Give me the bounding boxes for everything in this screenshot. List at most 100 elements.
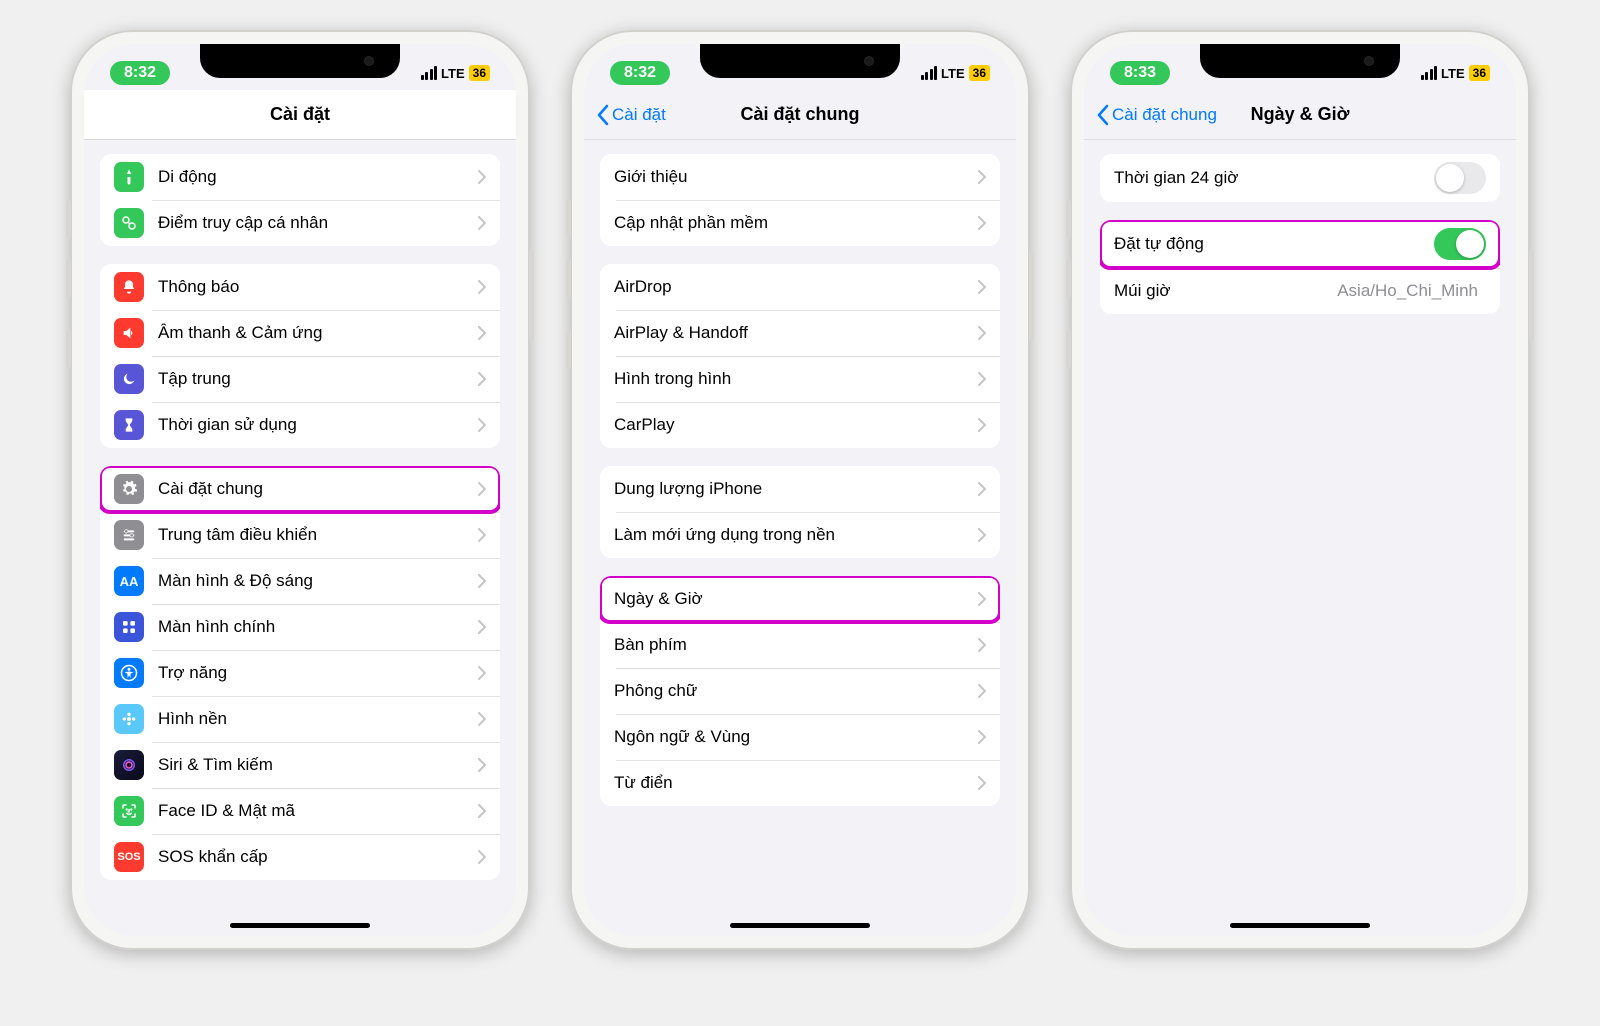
network-label: LTE bbox=[941, 66, 965, 81]
phone-frame-1: 8:32 LTE 36 Cài đặt Di động Điểm truy cậ… bbox=[70, 30, 530, 950]
row-background-refresh[interactable]: Làm mới ứng dụng trong nền bbox=[600, 512, 1000, 558]
status-right: LTE 36 bbox=[421, 65, 490, 81]
nav-back-button[interactable]: Cài đặt chung bbox=[1096, 104, 1217, 126]
row-label: Thời gian 24 giờ bbox=[1114, 168, 1434, 188]
row-pip[interactable]: Hình trong hình bbox=[600, 356, 1000, 402]
notch bbox=[200, 44, 400, 78]
row-set-automatically[interactable]: Đặt tự động bbox=[1100, 220, 1500, 268]
settings-group: Dung lượng iPhone Làm mới ứng dụng trong… bbox=[600, 466, 1000, 558]
row-wallpaper[interactable]: Hình nền bbox=[100, 696, 500, 742]
toggle-24h[interactable] bbox=[1434, 162, 1486, 194]
row-storage[interactable]: Dung lượng iPhone bbox=[600, 466, 1000, 512]
row-focus[interactable]: Tập trung bbox=[100, 356, 500, 402]
screentime-icon bbox=[114, 410, 144, 440]
home-indicator[interactable] bbox=[1230, 923, 1370, 928]
chevron-right-icon bbox=[478, 326, 486, 340]
nav-title: Cài đặt chung bbox=[740, 104, 859, 125]
row-home-screen[interactable]: Màn hình chính bbox=[100, 604, 500, 650]
row-label: Làm mới ứng dụng trong nền bbox=[614, 525, 978, 545]
chevron-right-icon bbox=[478, 170, 486, 184]
row-label: Điểm truy cập cá nhân bbox=[158, 213, 478, 233]
chevron-left-icon bbox=[596, 104, 610, 126]
chevron-right-icon bbox=[978, 684, 986, 698]
front-camera bbox=[864, 56, 874, 66]
accessibility-icon bbox=[114, 658, 144, 688]
battery-badge: 36 bbox=[469, 65, 490, 81]
cellular-icon bbox=[114, 162, 144, 192]
settings-group: Thông báo Âm thanh & Cảm ứng Tập trung T… bbox=[100, 264, 500, 448]
row-label: Cài đặt chung bbox=[158, 479, 478, 499]
chevron-left-icon bbox=[1096, 104, 1110, 126]
row-carplay[interactable]: CarPlay bbox=[600, 402, 1000, 448]
row-keyboard[interactable]: Bàn phím bbox=[600, 622, 1000, 668]
home-indicator[interactable] bbox=[730, 923, 870, 928]
settings-group: Giới thiệu Cập nhật phần mềm bbox=[600, 154, 1000, 246]
row-label: AirPlay & Handoff bbox=[614, 323, 978, 343]
row-label: Phông chữ bbox=[614, 681, 978, 701]
row-general[interactable]: Cài đặt chung bbox=[100, 466, 500, 512]
row-label: Di động bbox=[158, 167, 478, 187]
chevron-right-icon bbox=[978, 776, 986, 790]
general-list[interactable]: Giới thiệu Cập nhật phần mềm AirDrop Air… bbox=[584, 140, 1016, 936]
chevron-right-icon bbox=[978, 528, 986, 542]
home-indicator[interactable] bbox=[230, 923, 370, 928]
row-airdrop[interactable]: AirDrop bbox=[600, 264, 1000, 310]
row-screentime[interactable]: Thời gian sử dụng bbox=[100, 402, 500, 448]
row-dictionary[interactable]: Từ điển bbox=[600, 760, 1000, 806]
settings-group: AirDrop AirPlay & Handoff Hình trong hìn… bbox=[600, 264, 1000, 448]
datetime-list[interactable]: Thời gian 24 giờ Đặt tự động Múi giờ Asi… bbox=[1084, 140, 1516, 936]
row-24h[interactable]: Thời gian 24 giờ bbox=[1100, 154, 1500, 202]
row-label: Màn hình chính bbox=[158, 617, 478, 637]
battery-badge: 36 bbox=[969, 65, 990, 81]
settings-list[interactable]: Di động Điểm truy cập cá nhân Thông báo bbox=[84, 140, 516, 936]
settings-group: Cài đặt chung Trung tâm điều khiển AA Mà… bbox=[100, 466, 500, 880]
signal-icon bbox=[921, 66, 938, 80]
row-hotspot[interactable]: Điểm truy cập cá nhân bbox=[100, 200, 500, 246]
screen-3: 8:33 LTE 36 Cài đặt chung Ngày & Giờ Thờ… bbox=[1084, 44, 1516, 936]
sound-icon bbox=[114, 318, 144, 348]
row-language-region[interactable]: Ngôn ngữ & Vùng bbox=[600, 714, 1000, 760]
phone-frame-3: 8:33 LTE 36 Cài đặt chung Ngày & Giờ Thờ… bbox=[1070, 30, 1530, 950]
row-label: Đặt tự động bbox=[1114, 234, 1434, 254]
row-label: AirDrop bbox=[614, 277, 978, 297]
row-label: SOS khẩn cấp bbox=[158, 847, 478, 867]
nav-back-label: Cài đặt bbox=[612, 105, 666, 125]
general-icon bbox=[114, 474, 144, 504]
row-software-update[interactable]: Cập nhật phần mềm bbox=[600, 200, 1000, 246]
chevron-right-icon bbox=[478, 372, 486, 386]
row-siri[interactable]: Siri & Tìm kiếm bbox=[100, 742, 500, 788]
row-cellular[interactable]: Di động bbox=[100, 154, 500, 200]
nav-back-button[interactable]: Cài đặt bbox=[596, 104, 666, 126]
row-notifications[interactable]: Thông báo bbox=[100, 264, 500, 310]
row-display[interactable]: AA Màn hình & Độ sáng bbox=[100, 558, 500, 604]
chevron-right-icon bbox=[478, 758, 486, 772]
row-timezone[interactable]: Múi giờ Asia/Ho_Chi_Minh bbox=[1100, 268, 1500, 314]
nav-title: Ngày & Giờ bbox=[1251, 104, 1350, 125]
chevron-right-icon bbox=[478, 574, 486, 588]
nav-header: Cài đặt Cài đặt chung bbox=[584, 90, 1016, 140]
row-date-time[interactable]: Ngày & Giờ bbox=[600, 576, 1000, 622]
hotspot-icon bbox=[114, 208, 144, 238]
row-control-center[interactable]: Trung tâm điều khiển bbox=[100, 512, 500, 558]
chevron-right-icon bbox=[478, 418, 486, 432]
row-faceid[interactable]: Face ID & Mật mã bbox=[100, 788, 500, 834]
front-camera bbox=[364, 56, 374, 66]
row-accessibility[interactable]: Trợ năng bbox=[100, 650, 500, 696]
row-sound[interactable]: Âm thanh & Cảm ứng bbox=[100, 310, 500, 356]
row-sos[interactable]: SOS SOS khẩn cấp bbox=[100, 834, 500, 880]
settings-group: Di động Điểm truy cập cá nhân bbox=[100, 154, 500, 246]
row-label: Trung tâm điều khiển bbox=[158, 525, 478, 545]
siri-icon bbox=[114, 750, 144, 780]
row-fonts[interactable]: Phông chữ bbox=[600, 668, 1000, 714]
nav-title: Cài đặt bbox=[270, 104, 330, 125]
row-label: Cập nhật phần mềm bbox=[614, 213, 978, 233]
toggle-auto[interactable] bbox=[1434, 228, 1486, 260]
signal-icon bbox=[421, 66, 438, 80]
row-label: Âm thanh & Cảm ứng bbox=[158, 323, 478, 343]
row-label: Bàn phím bbox=[614, 635, 978, 655]
row-about[interactable]: Giới thiệu bbox=[600, 154, 1000, 200]
row-label: Thời gian sử dụng bbox=[158, 415, 478, 435]
row-airplay[interactable]: AirPlay & Handoff bbox=[600, 310, 1000, 356]
battery-badge: 36 bbox=[1469, 65, 1490, 81]
chevron-right-icon bbox=[478, 528, 486, 542]
